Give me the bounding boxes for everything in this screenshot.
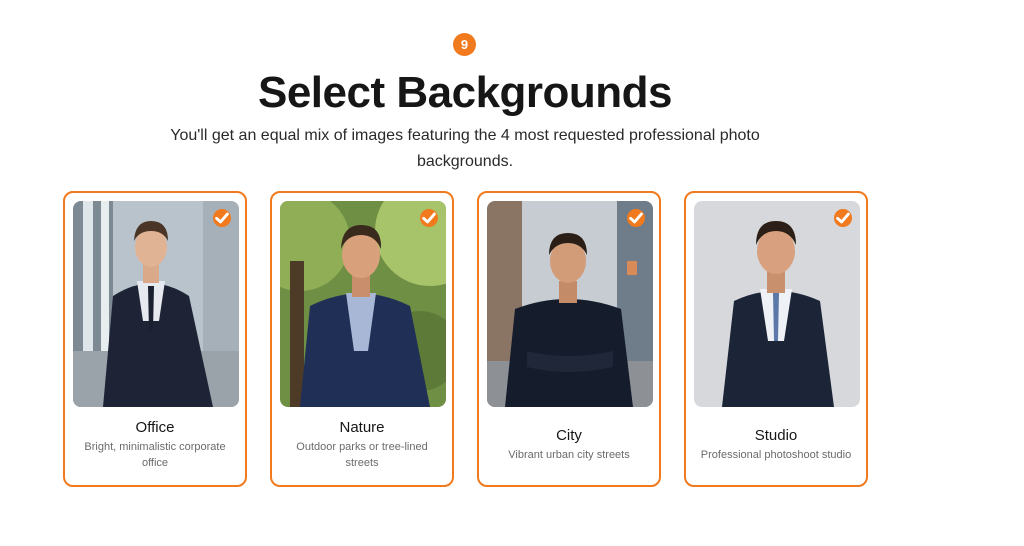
card-description: Outdoor parks or tree-lined streets [296,441,428,469]
check-icon [213,209,231,227]
nature-photo [280,201,446,407]
card-description: Professional photoshoot studio [700,449,852,461]
page: 9 Select Backgrounds You'll get an equal… [0,0,1024,546]
check-icon [834,209,852,227]
office-photo [73,201,239,407]
check-icon [420,209,438,227]
card-title: City [556,427,582,444]
background-card-nature[interactable]: Nature Outdoor parks or tree-lined stree… [270,191,454,487]
background-options: Office Bright, minimalistic corporate of… [63,191,868,487]
check-icon [627,209,645,227]
card-description: Bright, minimalistic corporate office [84,441,226,469]
city-photo [487,201,653,407]
page-title: Select Backgrounds [257,68,673,117]
background-card-city[interactable]: City Vibrant urban city streets [477,191,661,487]
studio-photo [694,201,860,407]
page-subtitle: You'll get an equal mix of images featur… [170,127,760,170]
card-title: Office [135,419,175,436]
card-description: Vibrant urban city streets [508,449,630,461]
card-title: Studio [754,427,798,444]
background-card-office[interactable]: Office Bright, minimalistic corporate of… [63,191,247,487]
step-number-badge: 9 [453,33,476,56]
background-card-studio[interactable]: Studio Professional photoshoot studio [684,191,868,487]
card-title: Nature [339,419,385,436]
